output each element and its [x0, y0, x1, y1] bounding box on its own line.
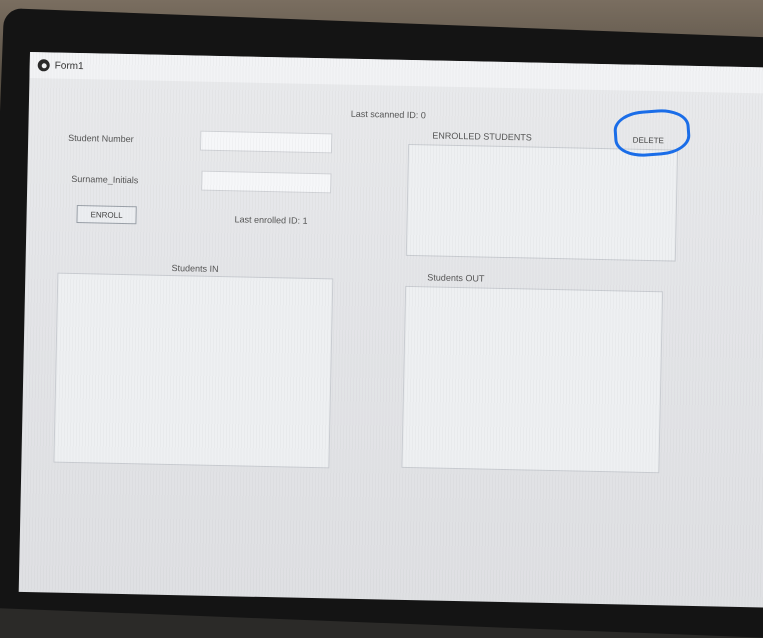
last-enrolled-label: Last enrolled ID: 1 — [234, 214, 308, 226]
students-in-header: Students IN — [171, 263, 219, 274]
surname-field[interactable] — [201, 170, 332, 194]
enrolled-students-header: ENROLLED STUDENTS — [432, 130, 532, 143]
students-out-list[interactable] — [401, 285, 664, 474]
window-title: Form1 — [54, 60, 84, 72]
students-out-header: Students OUT — [427, 272, 485, 284]
student-number-label: Student Number — [68, 132, 134, 145]
app-icon — [37, 59, 50, 72]
student-number-field[interactable] — [199, 130, 333, 154]
last-scanned-label: Last scanned ID: 0 — [350, 108, 426, 121]
enrolled-students-list[interactable] — [405, 143, 679, 262]
surname-label: Surname_Initials — [71, 173, 139, 186]
enroll-button[interactable]: ENROLL — [76, 205, 137, 225]
students-in-list[interactable] — [53, 272, 334, 469]
